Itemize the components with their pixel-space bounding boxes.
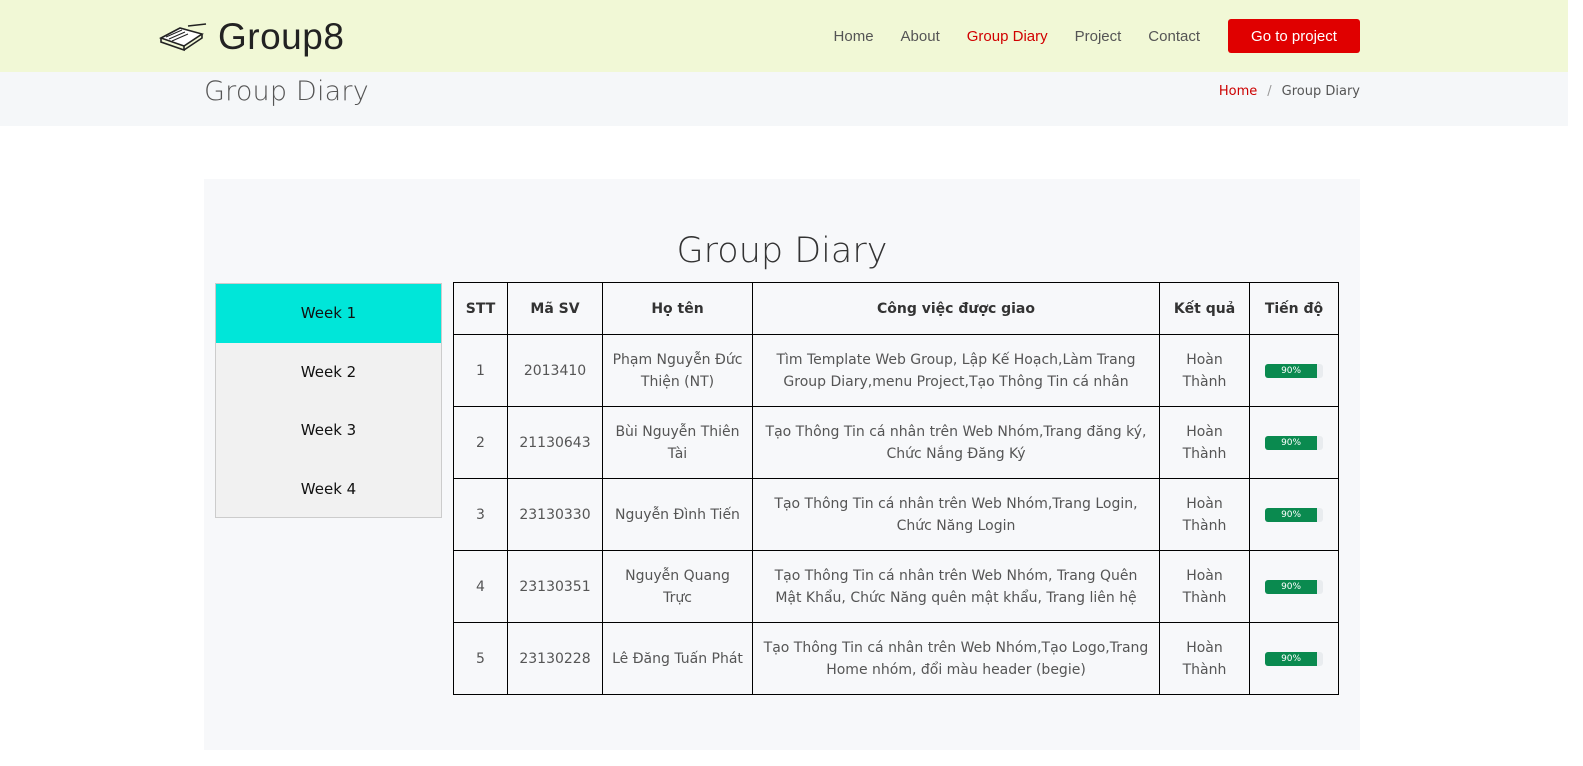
cell-stt: 2 (453, 406, 508, 479)
tab-week-3[interactable]: Week 3 (216, 401, 441, 460)
cell-tien-do: 90% (1249, 550, 1339, 623)
cell-stt: 3 (453, 478, 508, 551)
table-row: 3 23130330 Nguyễn Đình Tiến Tạo Thông Ti… (453, 478, 1339, 551)
section-title: Group Diary (676, 231, 888, 271)
column-header-stt: STT (453, 282, 508, 335)
table-row: 1 2013410 Phạm Nguyễn Đức Thiện (NT) Tìm… (453, 334, 1339, 407)
progress-fill: 90% (1265, 435, 1318, 450)
book-icon (158, 18, 208, 56)
column-header-tien-do: Tiến độ (1249, 282, 1339, 335)
scrollbar-track[interactable] (1568, 0, 1583, 766)
nav-project[interactable]: Project (1075, 28, 1122, 45)
site-header: Group8 Home About Group Diary Project Co… (0, 0, 1568, 72)
table-row: 5 23130228 Lê Đăng Tuấn Phát Tạo Thông T… (453, 622, 1339, 695)
nav-contact[interactable]: Contact (1148, 28, 1200, 45)
table-header-row: STT Mã SV Họ tên Công việc được giao Kết… (453, 282, 1339, 335)
progress-bar: 90% (1265, 651, 1323, 666)
progress-bar: 90% (1265, 579, 1323, 594)
table-row: 2 21130643 Bùi Nguyễn Thiên Tài Tạo Thôn… (453, 406, 1339, 479)
page-title: Group Diary (204, 76, 369, 107)
progress-bar: 90% (1265, 363, 1323, 378)
column-header-cong-viec: Công việc được giao (752, 282, 1160, 335)
column-header-ma-sv: Mã SV (507, 282, 603, 335)
progress-fill: 90% (1265, 651, 1318, 666)
tab-week-1[interactable]: Week 1 (216, 284, 441, 343)
cell-cong-viec: Tạo Thông Tin cá nhân trên Web Nhóm,Tran… (752, 478, 1160, 551)
main-nav: Home About Group Diary Project Contact G… (807, 19, 1360, 53)
progress-bar: 90% (1265, 507, 1323, 522)
nav-group-diary[interactable]: Group Diary (967, 28, 1048, 45)
nav-home[interactable]: Home (834, 28, 874, 45)
progress-fill: 90% (1265, 579, 1318, 594)
breadcrumb-current: Group Diary (1281, 84, 1360, 99)
go-to-project-button[interactable]: Go to project (1228, 19, 1360, 53)
cell-ket-qua: Hoàn Thành (1159, 622, 1250, 695)
cell-ket-qua: Hoàn Thành (1159, 550, 1250, 623)
progress-fill: 90% (1265, 507, 1318, 522)
cell-ket-qua: Hoàn Thành (1159, 406, 1250, 479)
cell-cong-viec: Tìm Template Web Group, Lập Kế Hoạch,Làm… (752, 334, 1160, 407)
brand-name: Group8 (218, 16, 345, 57)
cell-tien-do: 90% (1249, 622, 1339, 695)
cell-ket-qua: Hoàn Thành (1159, 334, 1250, 407)
brand-logo[interactable]: Group8 (158, 14, 344, 60)
diary-table: STT Mã SV Họ tên Công việc được giao Kết… (453, 282, 1339, 695)
cell-cong-viec: Tạo Thông Tin cá nhân trên Web Nhóm,Tran… (752, 406, 1160, 479)
cell-ma-sv: 23130228 (507, 622, 603, 695)
column-header-ket-qua: Kết quả (1159, 282, 1250, 335)
breadcrumb: Home / Group Diary (1219, 84, 1360, 99)
cell-stt: 5 (453, 622, 508, 695)
cell-ho-ten: Lê Đăng Tuấn Phát (602, 622, 753, 695)
page-titlebar: Group Diary Home / Group Diary (0, 72, 1568, 126)
progress-bar: 90% (1265, 435, 1323, 450)
cell-ma-sv: 21130643 (507, 406, 603, 479)
breadcrumb-separator: / (1267, 84, 1272, 99)
tab-week-2[interactable]: Week 2 (216, 343, 441, 402)
column-header-ho-ten: Họ tên (602, 282, 753, 335)
cell-ma-sv: 2013410 (507, 334, 603, 407)
cell-ma-sv: 23130351 (507, 550, 603, 623)
cell-tien-do: 90% (1249, 406, 1339, 479)
cell-ho-ten: Phạm Nguyễn Đức Thiện (NT) (602, 334, 753, 407)
cell-ma-sv: 23130330 (507, 478, 603, 551)
diary-section: Group Diary Week 1 Week 2 Week 3 Week 4 … (204, 179, 1360, 750)
cell-ket-qua: Hoàn Thành (1159, 478, 1250, 551)
breadcrumb-home-link[interactable]: Home (1219, 84, 1257, 99)
week-tabs: Week 1 Week 2 Week 3 Week 4 (215, 283, 442, 518)
table-row: 4 23130351 Nguyễn Quang Trực Tạo Thông T… (453, 550, 1339, 623)
cell-tien-do: 90% (1249, 478, 1339, 551)
cell-cong-viec: Tạo Thông Tin cá nhân trên Web Nhóm, Tra… (752, 550, 1160, 623)
nav-about[interactable]: About (901, 28, 940, 45)
cell-stt: 1 (453, 334, 508, 407)
progress-fill: 90% (1265, 363, 1318, 378)
cell-ho-ten: Nguyễn Quang Trực (602, 550, 753, 623)
cell-tien-do: 90% (1249, 334, 1339, 407)
cell-ho-ten: Nguyễn Đình Tiến (602, 478, 753, 551)
tab-week-4[interactable]: Week 4 (216, 460, 441, 519)
cell-cong-viec: Tạo Thông Tin cá nhân trên Web Nhóm,Tạo … (752, 622, 1160, 695)
cell-stt: 4 (453, 550, 508, 623)
cell-ho-ten: Bùi Nguyễn Thiên Tài (602, 406, 753, 479)
